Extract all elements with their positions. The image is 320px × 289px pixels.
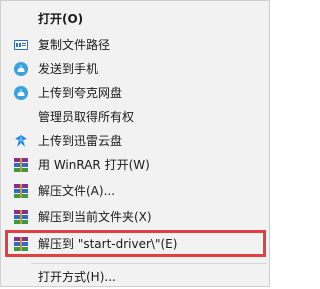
winrar-icon — [14, 158, 28, 172]
cloud-upload-icon — [14, 86, 28, 100]
menu-separator — [31, 263, 267, 264]
menu-item-label: 复制文件路径 — [38, 38, 111, 52]
menu-item-label: 用 WinRAR 打开(W) — [38, 158, 150, 172]
thunder-bird-icon — [15, 135, 27, 147]
menu-item-label: 上传到夸克网盘 — [38, 86, 123, 100]
menu-item-label: 管理员取得所有权 — [38, 110, 135, 124]
menu-item-extract-here[interactable]: 解压到当前文件夹(X) — [1, 205, 269, 229]
menu-item-open-with[interactable]: 打开方式(H)... — [1, 265, 269, 289]
winrar-icon — [14, 184, 28, 198]
highlight-box — [5, 230, 266, 257]
menu-item-copy-file-path[interactable]: 复制文件路径 — [1, 33, 269, 57]
file-path-icon — [14, 40, 28, 50]
menu-item-extract-files[interactable]: 解压文件(A)... — [1, 179, 269, 203]
cloud-phone-icon — [14, 62, 28, 76]
menu-item-label: 解压文件(A)... — [38, 184, 116, 198]
menu-item-take-ownership[interactable]: 管理员取得所有权 — [1, 105, 269, 129]
menu-item-label: 打开(O) — [38, 12, 84, 26]
context-menu: 打开(O) 复制文件路径 发送到手机 上传到夸克网盘 管理员取得所有权 上传到迅… — [0, 0, 270, 287]
menu-item-open-with-winrar[interactable]: 用 WinRAR 打开(W) — [1, 153, 269, 177]
menu-item-send-to-phone[interactable]: 发送到手机 — [1, 57, 269, 81]
menu-item-label: 解压到当前文件夹(X) — [38, 210, 152, 224]
winrar-icon — [14, 210, 28, 224]
menu-item-upload-thunder[interactable]: 上传到迅雷云盘 — [1, 129, 269, 153]
menu-item-label: 打开方式(H)... — [38, 270, 116, 284]
menu-item-label: 发送到手机 — [38, 62, 99, 76]
menu-item-open[interactable]: 打开(O) — [1, 7, 269, 31]
menu-item-upload-quark[interactable]: 上传到夸克网盘 — [1, 81, 269, 105]
menu-item-label: 上传到迅雷云盘 — [38, 134, 123, 148]
